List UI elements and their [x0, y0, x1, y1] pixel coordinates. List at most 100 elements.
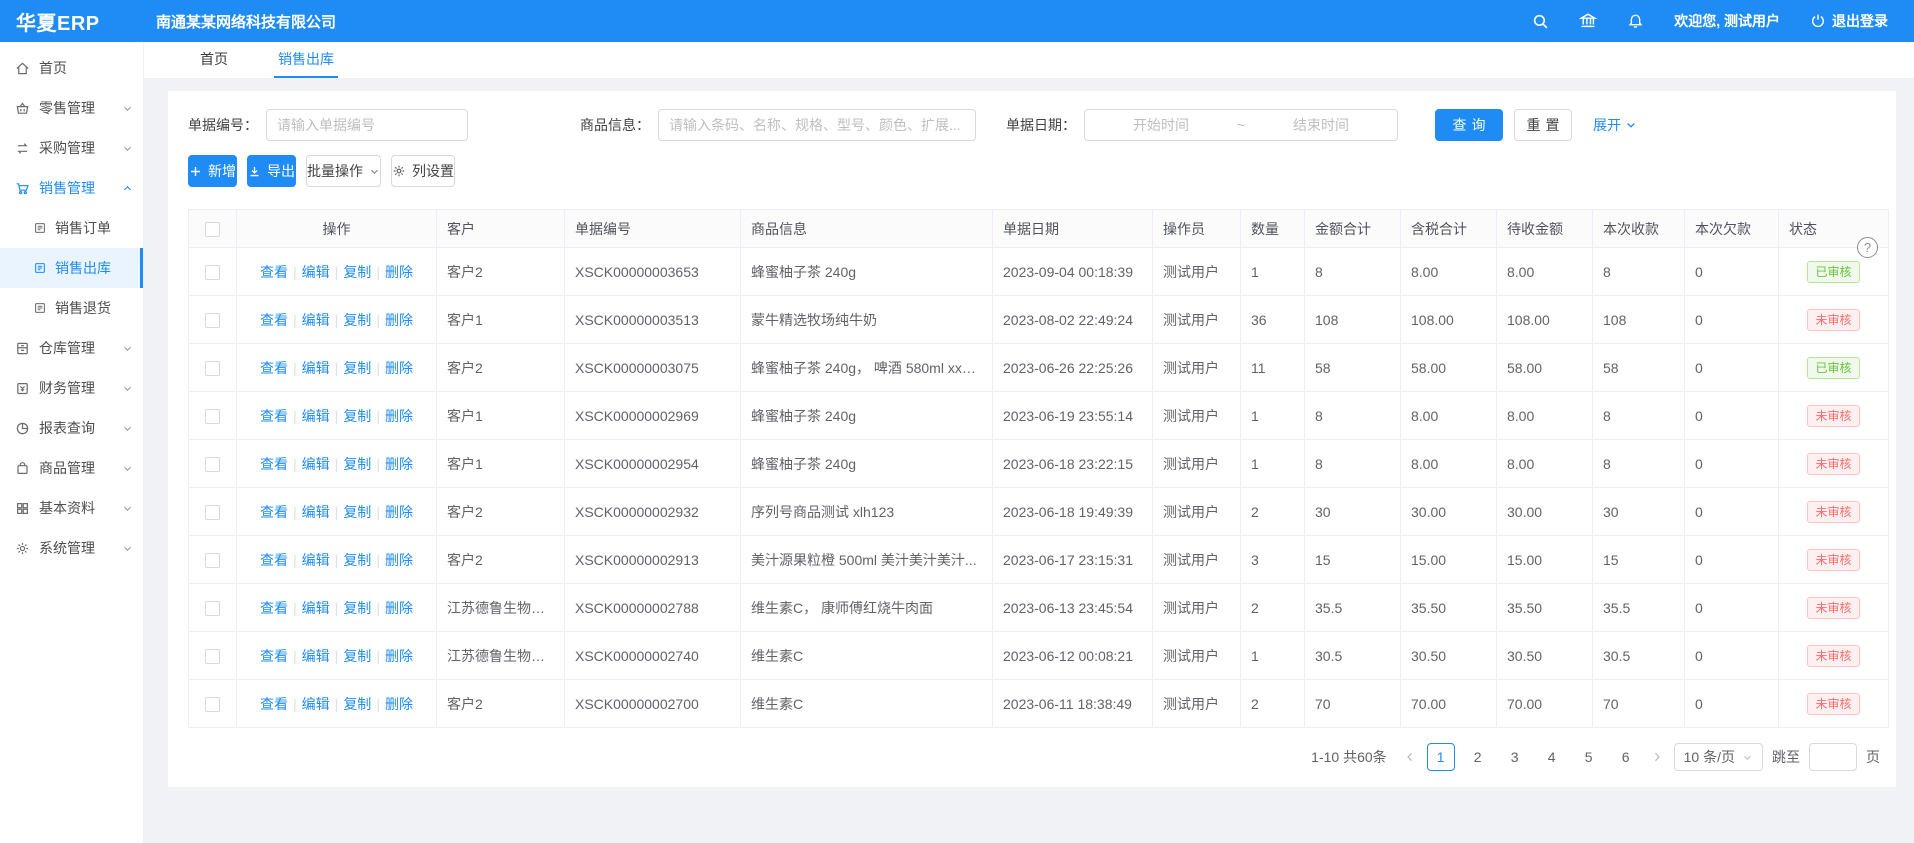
- sidebar-item-warehouse[interactable]: 仓库管理: [0, 328, 143, 368]
- action-edit-link[interactable]: 编辑: [302, 648, 330, 664]
- tab-sales-outbound[interactable]: 销售出库: [274, 42, 338, 78]
- doc-no-input[interactable]: [266, 109, 468, 141]
- add-button[interactable]: 新增: [188, 155, 237, 187]
- notification-bell-icon[interactable]: [1627, 13, 1644, 30]
- column-settings-button[interactable]: 列设置: [391, 155, 455, 187]
- export-button[interactable]: 导出: [247, 155, 296, 187]
- search-button[interactable]: 查询: [1435, 109, 1503, 141]
- action-delete-link[interactable]: 删除: [385, 648, 413, 664]
- action-edit-link[interactable]: 编辑: [302, 408, 330, 424]
- sidebar-item-finance[interactable]: 财务管理: [0, 368, 143, 408]
- date-tilde: ~: [1237, 117, 1245, 133]
- action-separator: |: [293, 696, 297, 712]
- action-delete-link[interactable]: 删除: [385, 360, 413, 376]
- row-checkbox[interactable]: [205, 697, 220, 712]
- action-view-link[interactable]: 查看: [260, 600, 288, 616]
- action-copy-link[interactable]: 复制: [343, 360, 371, 376]
- sidebar-item-sales-order[interactable]: 销售订单: [0, 208, 143, 248]
- action-delete-link[interactable]: 删除: [385, 504, 413, 520]
- expand-filters-link[interactable]: 展开: [1593, 115, 1637, 135]
- page-size-select[interactable]: 10 条/页: [1674, 743, 1763, 771]
- action-edit-link[interactable]: 编辑: [302, 552, 330, 568]
- action-delete-link[interactable]: 删除: [385, 264, 413, 280]
- action-copy-link[interactable]: 复制: [343, 600, 371, 616]
- prev-page-icon[interactable]: [1402, 751, 1418, 763]
- table-row: 查看|编辑|复制|删除江苏德鲁生物科...XSCK00000002740维生素C…: [189, 632, 1889, 680]
- action-view-link[interactable]: 查看: [260, 696, 288, 712]
- action-edit-link[interactable]: 编辑: [302, 312, 330, 328]
- sidebar-item-sales-outbound[interactable]: 销售出库: [0, 248, 143, 288]
- row-checkbox[interactable]: [205, 649, 220, 664]
- date-range-input[interactable]: 开始时间 ~ 结束时间: [1084, 109, 1398, 141]
- row-checkbox[interactable]: [205, 313, 220, 328]
- action-view-link[interactable]: 查看: [260, 312, 288, 328]
- help-icon[interactable]: ?: [1857, 237, 1878, 258]
- action-view-link[interactable]: 查看: [260, 360, 288, 376]
- row-checkbox[interactable]: [205, 505, 220, 520]
- action-delete-link[interactable]: 删除: [385, 600, 413, 616]
- action-view-link[interactable]: 查看: [260, 264, 288, 280]
- action-copy-link[interactable]: 复制: [343, 696, 371, 712]
- search-icon[interactable]: [1532, 13, 1549, 30]
- action-edit-link[interactable]: 编辑: [302, 264, 330, 280]
- action-delete-link[interactable]: 删除: [385, 312, 413, 328]
- action-delete-link[interactable]: 删除: [385, 408, 413, 424]
- action-edit-link[interactable]: 编辑: [302, 360, 330, 376]
- product-info-input[interactable]: [658, 109, 976, 141]
- action-view-link[interactable]: 查看: [260, 408, 288, 424]
- page-number-2[interactable]: 2: [1464, 743, 1492, 771]
- row-checkbox[interactable]: [205, 361, 220, 376]
- action-edit-link[interactable]: 编辑: [302, 600, 330, 616]
- action-copy-link[interactable]: 复制: [343, 408, 371, 424]
- action-view-link[interactable]: 查看: [260, 504, 288, 520]
- reset-button[interactable]: 重置: [1514, 109, 1572, 141]
- action-edit-link[interactable]: 编辑: [302, 696, 330, 712]
- sidebar-item-products[interactable]: 商品管理: [0, 448, 143, 488]
- platform-bank-icon[interactable]: [1579, 12, 1597, 30]
- row-checkbox[interactable]: [205, 553, 220, 568]
- select-all-checkbox[interactable]: [205, 222, 220, 237]
- action-separator: |: [335, 360, 339, 376]
- action-view-link[interactable]: 查看: [260, 456, 288, 472]
- sidebar-item-system[interactable]: 系统管理: [0, 528, 143, 568]
- home-icon: [15, 61, 30, 76]
- next-page-icon[interactable]: [1649, 751, 1665, 763]
- sidebar-item-sales[interactable]: 销售管理: [0, 168, 143, 208]
- sidebar-item-sales-return[interactable]: 销售退货: [0, 288, 143, 328]
- page-number-5[interactable]: 5: [1575, 743, 1603, 771]
- sidebar-item-home[interactable]: 首页: [0, 48, 143, 88]
- action-view-link[interactable]: 查看: [260, 648, 288, 664]
- action-delete-link[interactable]: 删除: [385, 696, 413, 712]
- page-number-1[interactable]: 1: [1427, 743, 1455, 771]
- logout-button[interactable]: 退出登录: [1810, 11, 1888, 31]
- jump-to-page-input[interactable]: [1809, 743, 1857, 771]
- sidebar-item-retail[interactable]: 零售管理: [0, 88, 143, 128]
- tab-home[interactable]: 首页: [196, 42, 232, 78]
- app-logo[interactable]: 华夏ERP: [0, 7, 144, 36]
- cell-amount: 108: [1305, 296, 1401, 344]
- action-copy-link[interactable]: 复制: [343, 552, 371, 568]
- action-copy-link[interactable]: 复制: [343, 648, 371, 664]
- action-delete-link[interactable]: 删除: [385, 456, 413, 472]
- action-delete-link[interactable]: 删除: [385, 552, 413, 568]
- row-checkbox[interactable]: [205, 457, 220, 472]
- action-copy-link[interactable]: 复制: [343, 456, 371, 472]
- sidebar-item-purchase[interactable]: 采购管理: [0, 128, 143, 168]
- cell-doc-no: XSCK00000002954: [565, 440, 741, 488]
- sidebar-item-reports[interactable]: 报表查询: [0, 408, 143, 448]
- row-checkbox[interactable]: [205, 265, 220, 280]
- action-copy-link[interactable]: 复制: [343, 504, 371, 520]
- action-edit-link[interactable]: 编辑: [302, 456, 330, 472]
- action-view-link[interactable]: 查看: [260, 552, 288, 568]
- batch-operations-button[interactable]: 批量操作: [306, 155, 381, 187]
- row-checkbox[interactable]: [205, 601, 220, 616]
- chevron-down-icon: [122, 383, 133, 394]
- page-number-6[interactable]: 6: [1612, 743, 1640, 771]
- sidebar-item-basic-data[interactable]: 基本资料: [0, 488, 143, 528]
- action-edit-link[interactable]: 编辑: [302, 504, 330, 520]
- page-number-4[interactable]: 4: [1538, 743, 1566, 771]
- action-copy-link[interactable]: 复制: [343, 312, 371, 328]
- page-number-3[interactable]: 3: [1501, 743, 1529, 771]
- row-checkbox[interactable]: [205, 409, 220, 424]
- action-copy-link[interactable]: 复制: [343, 264, 371, 280]
